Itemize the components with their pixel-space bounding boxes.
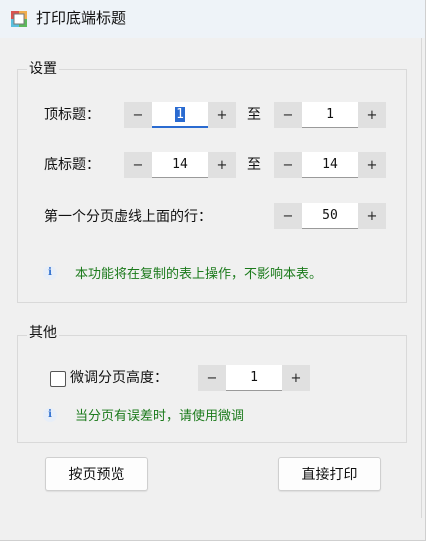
top-title-to-input[interactable]: 1 [302,102,358,128]
app-icon [11,11,27,27]
bottom-title-to-label: 至 [247,157,261,173]
dialog-window: 打印底端标题 设置 顶标题： − 1 + 至 − 1 + 底标题： − 14 +… [0,0,426,541]
bottom-title-from-stepper[interactable]: − 14 + [124,152,236,178]
settings-info-text: 本功能将在复制的表上操作，不影响本表。 [75,267,323,282]
window-title: 打印底端标题 [36,9,127,27]
first-page-row-input[interactable]: 50 [302,203,358,229]
top-title-to-stepper[interactable]: − 1 + [274,102,386,128]
fine-tune-decrement-button[interactable]: − [198,365,226,391]
fine-tune-label[interactable]: 微调分页高度： [70,369,168,387]
settings-info: i 本功能将在复制的表上操作，不影响本表。 [43,263,322,282]
preview-button[interactable]: 按页预览 [45,457,148,491]
bottom-title-to-stepper[interactable]: − 14 + [274,152,386,178]
top-title-from-decrement-button[interactable]: − [124,102,152,128]
title-bar: 打印底端标题 [0,0,425,38]
top-title-label: 顶标题： [44,107,100,123]
top-title-from-input[interactable]: 1 [152,102,208,128]
top-title-from-increment-button[interactable]: + [208,102,236,128]
fine-tune-input[interactable]: 1 [226,365,282,391]
first-page-row-increment-button[interactable]: + [358,203,386,229]
bottom-title-from-decrement-button[interactable]: − [124,152,152,178]
fine-tune-stepper[interactable]: − 1 + [198,365,310,391]
other-info-text: 当分页有误差时，请使用微调 [75,409,245,424]
bottom-title-to-input[interactable]: 14 [302,152,358,178]
top-title-from-stepper[interactable]: − 1 + [124,102,236,128]
first-page-row-decrement-button[interactable]: − [274,203,302,229]
bottom-title-from-input[interactable]: 14 [152,152,208,178]
top-title-to-increment-button[interactable]: + [358,102,386,128]
top-title-to-decrement-button[interactable]: − [274,102,302,128]
fine-tune-checkbox[interactable] [50,371,66,387]
print-button[interactable]: 直接打印 [278,457,381,491]
first-page-row-label: 第一个分页虚线上面的行： [44,209,212,225]
info-icon: i [43,265,57,280]
first-page-row-stepper[interactable]: − 50 + [274,203,386,229]
other-group-label: 其他 [27,325,59,341]
bottom-title-to-increment-button[interactable]: + [358,152,386,178]
bottom-title-label: 底标题： [44,157,100,173]
fine-tune-increment-button[interactable]: + [282,365,310,391]
side-divider [421,38,422,518]
bottom-title-from-increment-button[interactable]: + [208,152,236,178]
settings-group-label: 设置 [27,61,59,77]
bottom-title-to-decrement-button[interactable]: − [274,152,302,178]
info-icon: i [43,407,57,422]
top-title-to-label: 至 [247,107,261,123]
other-info: i 当分页有误差时，请使用微调 [43,405,244,424]
